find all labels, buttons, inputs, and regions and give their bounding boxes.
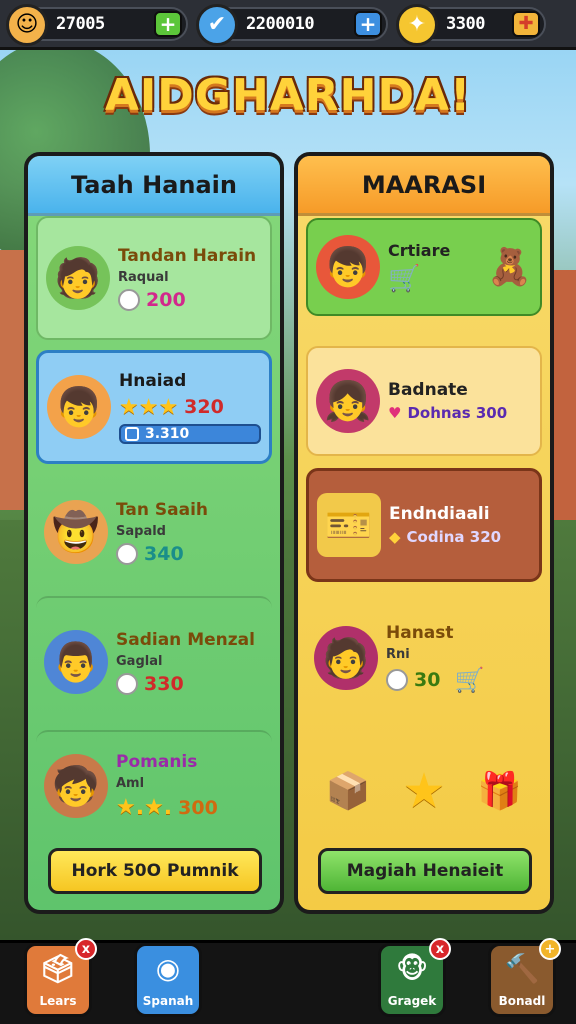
- red-cap-kid-character-icon: 👦: [316, 235, 380, 299]
- item-price: 30: [414, 668, 441, 691]
- list-item[interactable]: 🧒 Pomanis Aml ★.★. 300: [36, 730, 272, 840]
- item-name: Hnaiad: [119, 370, 187, 391]
- notification-badge: x: [75, 938, 97, 960]
- curly-hair-character-icon: 👧: [316, 369, 380, 433]
- star-icon[interactable]: ★: [402, 763, 445, 819]
- resource-energy: ✦ 3300 ✚: [396, 3, 546, 46]
- list-item[interactable]: 🧑 Tandan Harain Raqual 200: [36, 216, 272, 340]
- bottom-navigation: 🗳 x Lears ◉ Spanah 🐵 x Gragek 🔨 + Bonadl: [0, 938, 576, 1024]
- feather-icon: ✦: [396, 3, 438, 46]
- item-name: Tandan Harain: [118, 245, 257, 266]
- list-item[interactable]: 👦 Crtiare 🛒 🧸: [306, 218, 542, 316]
- list-item[interactable]: 👧 Badnate ♥ Dohnas 300: [306, 346, 542, 456]
- item-sub: Sapald: [116, 523, 166, 539]
- progress-label: 3.310: [145, 425, 190, 442]
- item-price: 320: [184, 396, 224, 418]
- dancing-character-icon: 🧸: [487, 247, 532, 288]
- heart-gem-icon: ♥: [388, 404, 402, 422]
- gift-icon[interactable]: ✚: [512, 10, 540, 37]
- rewards-row: 📦 ★ 🎁: [306, 736, 542, 846]
- item-price: 340: [144, 542, 184, 565]
- item-name: Pomanis: [116, 752, 198, 772]
- nav-label: Bonadl: [498, 994, 546, 1008]
- nav-gragek[interactable]: 🐵 x Gragek: [378, 938, 451, 1017]
- item-sub: Raqual: [118, 269, 169, 285]
- nav-lears[interactable]: 🗳 x Lears: [24, 938, 97, 1017]
- energy-amount: 3300: [446, 13, 485, 34]
- right-panel-action-button[interactable]: Magiah Henaieit: [318, 848, 532, 894]
- cart-icon: 🛒: [388, 263, 421, 294]
- coupon-icon: 🎫: [317, 493, 381, 557]
- square-icon: [125, 426, 139, 441]
- notification-badge: +: [539, 938, 561, 960]
- item-name: Hanast: [386, 622, 454, 643]
- left-panel-header: Taah Hanain: [28, 156, 280, 216]
- item-sub: Rni: [386, 646, 410, 662]
- gold-gem-icon: ◆: [389, 528, 401, 546]
- gem-icon: [118, 288, 140, 311]
- list-item[interactable]: 🤠 Tan Saaih Sapald 340: [36, 474, 272, 590]
- green-hat-character-icon: 🧑: [46, 246, 110, 310]
- resource-shields: ✔ 2200010 +: [196, 3, 388, 46]
- item-name: Sadian Menzal: [116, 629, 255, 650]
- add-shields-button[interactable]: +: [354, 10, 382, 37]
- nav-label: Gragek: [387, 994, 437, 1008]
- player-avatar-icon[interactable]: ☺: [6, 3, 48, 46]
- gem-icon: [386, 668, 408, 691]
- item-name: Endndiaali: [389, 504, 490, 524]
- nav-label: Lears: [39, 994, 77, 1008]
- item-sub: Aml: [116, 776, 145, 791]
- item-name: Badnate: [388, 380, 468, 400]
- item-price: 200: [146, 288, 186, 311]
- item-price: Dohnas 300: [407, 404, 508, 422]
- list-item[interactable]: 🎫 Endndiaali ◆ Codina 320: [306, 468, 542, 582]
- coins-amount: 27005: [56, 13, 105, 34]
- gift-box-icon[interactable]: 🎁: [477, 770, 522, 812]
- nav-spanah[interactable]: ◉ Spanah: [134, 943, 202, 1017]
- progress-bar: 3.310: [119, 423, 261, 444]
- list-item[interactable]: 🧑 Hanast Rni 30 🛒: [306, 596, 542, 720]
- resource-coins: ☺ 27005 +: [6, 3, 188, 46]
- shield-icon: ✔: [196, 3, 238, 46]
- orb-icon: ◉: [155, 952, 181, 985]
- star-icon: ★★★: [119, 394, 179, 420]
- list-item-selected[interactable]: 👦 Hnaiad ★★★ 320 3.310: [36, 350, 272, 464]
- game-title: AIDGHARHDA!: [104, 70, 472, 121]
- kid-character-icon: 🧒: [44, 754, 108, 818]
- right-panel-header: MAARASI: [298, 156, 550, 216]
- red-cap-character-icon: 👦: [47, 375, 111, 439]
- mystery-box-icon[interactable]: 📦: [326, 770, 371, 812]
- item-sub: Gaglal: [116, 653, 163, 669]
- item-price: 330: [144, 672, 184, 695]
- left-shop-panel: Taah Hanain 🧑 Tandan Harain Raqual 200 👦…: [24, 152, 284, 914]
- cart-icon: 🛒: [454, 665, 485, 694]
- nav-bonadl[interactable]: 🔨 + Bonadl: [488, 938, 561, 1017]
- gem-icon: [116, 542, 138, 565]
- list-item[interactable]: 👨 Sadian Menzal Gaglal 330: [36, 596, 272, 726]
- blue-cap-character-icon: 👨: [44, 630, 108, 694]
- gem-icon: [116, 672, 138, 695]
- notification-badge: x: [429, 938, 451, 960]
- straw-hat-character-icon: 🤠: [44, 500, 108, 564]
- top-resource-bar: ☺ 27005 + ✔ 2200010 + ✦ 3300 ✚: [0, 0, 576, 50]
- item-price: Codina 320: [406, 528, 502, 546]
- star-icon: ★.★.: [116, 795, 173, 820]
- add-coins-button[interactable]: +: [154, 10, 182, 37]
- nav-label: Spanah: [142, 994, 194, 1008]
- item-name: Tan Saaih: [116, 499, 209, 520]
- item-name: Crtiare: [388, 240, 451, 260]
- shields-amount: 2200010: [246, 13, 315, 34]
- left-panel-action-button[interactable]: Hork 50O Pumnik: [48, 848, 262, 894]
- item-price: 300: [178, 796, 218, 819]
- afro-character-icon: 🧑: [314, 626, 378, 690]
- right-shop-panel: MAARASI 👦 Crtiare 🛒 🧸 👧 Badnate ♥ Dohnas …: [294, 152, 554, 914]
